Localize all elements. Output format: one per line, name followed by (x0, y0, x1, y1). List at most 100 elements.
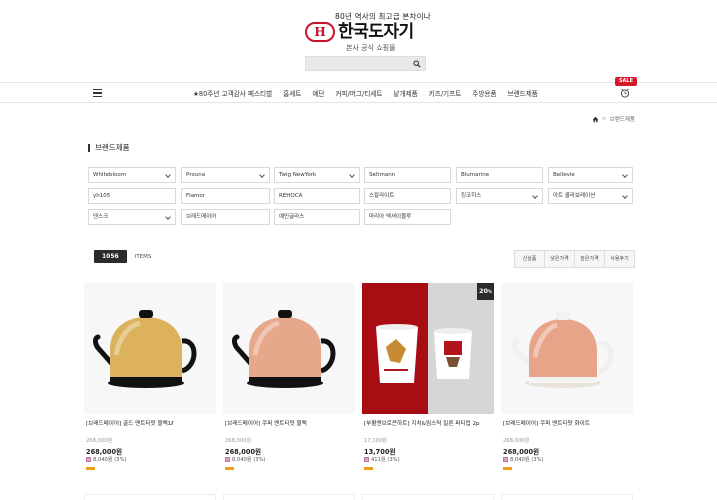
reward-points: 8,040원 (3%) (503, 456, 544, 463)
chevron-down-icon (622, 193, 628, 199)
points-icon (364, 457, 369, 462)
nav-links: ★80주년 고객감사 페스티벌 홈세트 예단 커피/머그/티세트 낱개제품 키즈/기프트 주… (193, 83, 549, 102)
brand-filter-select[interactable]: 브레드메이어 (181, 209, 270, 225)
brand-filter-label: REHOCA (279, 193, 303, 199)
search-input[interactable] (305, 56, 426, 71)
brand-filter-label: 아트 콜라보레이션 (553, 193, 596, 199)
nav-link[interactable]: 키즈/기프트 (429, 88, 462, 98)
sale-price: 268,000원 (86, 448, 123, 456)
item-count-badge: 1056 (94, 250, 127, 263)
brand-filter-select[interactable]: 킹코히스 (456, 188, 543, 204)
search-icon[interactable] (413, 60, 421, 68)
product-name[interactable]: [브레드메이어] 골드 맨트티팟 블랙1ℓ (86, 419, 174, 427)
brand-filter-select[interactable]: yh105 (88, 188, 176, 204)
new-tag-icon (364, 467, 373, 470)
product-image[interactable] (362, 283, 494, 414)
brand-filter-select[interactable]: 예민글라스 (274, 209, 360, 225)
original-price: 268,000원 (86, 438, 113, 444)
brand-filter-select[interactable]: Flamor (181, 188, 270, 204)
next-row-card[interactable] (501, 494, 633, 500)
brand-filter-label: Blumarine (461, 172, 490, 178)
next-row-card[interactable] (84, 494, 216, 500)
sale-price: 268,000원 (225, 448, 262, 456)
menu-icon[interactable] (93, 89, 102, 97)
nav-link[interactable]: 낱개제품 (393, 88, 417, 98)
brand-filter-select[interactable]: Seltmann (364, 167, 451, 183)
product-image[interactable] (84, 283, 216, 414)
original-price: 268,000원 (503, 438, 530, 444)
reward-points-text: 8,040원 (3%) (510, 457, 544, 463)
brand-filter-select[interactable]: Bellevie (548, 167, 633, 183)
breadcrumb-current[interactable]: 브랜드제품 (610, 115, 635, 123)
brand-filter-label: 마리아 엑셔이블루 (369, 214, 412, 220)
product-name[interactable]: [브레드메이어] 쿠퍼 맨트티팟 블랙 (225, 419, 307, 427)
page-title: 브랜드제품 (88, 142, 130, 153)
next-row-card[interactable] (223, 494, 355, 500)
nav-link[interactable]: 예단 (312, 88, 324, 98)
chevron-down-icon (165, 214, 171, 220)
brand-filter-select[interactable]: 덴스크 (88, 209, 176, 225)
brand-filter-label: Seltmann (369, 172, 396, 178)
reward-points: 8,040원 (3%) (86, 456, 127, 463)
home-icon[interactable] (592, 116, 599, 123)
sort-button[interactable]: 높은가격 (574, 250, 605, 268)
sale-price: 13,700원 (364, 448, 396, 456)
brand-filter-label: Prouna (186, 172, 206, 178)
sort-options: 신상품 낮은가격 높은가격 사용후기 (514, 250, 635, 268)
reward-points-text: 8,040원 (3%) (93, 457, 127, 463)
sort-button[interactable]: 신상품 (514, 250, 545, 268)
product-image[interactable] (223, 283, 355, 414)
brand-filter-select[interactable]: 스칼라이트 (364, 188, 451, 204)
brand-filter-label: 덴스크 (93, 214, 109, 220)
logo-text: 한국도자기 (338, 21, 414, 42)
title-bar (88, 143, 90, 152)
new-tag-icon (503, 467, 512, 470)
brand-subtag: 본사 공식 쇼핑몰 (346, 44, 396, 52)
discount-unit: % (488, 289, 493, 294)
site-logo[interactable]: H 한국도자기 (305, 21, 414, 43)
brand-filter-label: 브레드메이어 (186, 214, 217, 220)
nav-link[interactable]: 주방용품 (472, 88, 496, 98)
logo-mark: H (305, 22, 335, 42)
brand-filter-label: 킹코히스 (461, 193, 482, 199)
brand-filter-select[interactable]: Whitebloom (88, 167, 176, 183)
brand-filter-select[interactable]: Prouna (181, 167, 270, 183)
nav-link[interactable]: ★80주년 고객감사 페스티벌 (193, 88, 272, 98)
brand-filter-select[interactable]: REHOCA (274, 188, 360, 204)
points-icon (503, 457, 508, 462)
brand-filter-label: Flamor (186, 193, 206, 199)
reward-points: 8,040원 (3%) (225, 456, 266, 463)
alarm-clock-icon[interactable] (620, 88, 630, 98)
brand-filter-label: yh105 (93, 193, 111, 199)
brand-filter-label: Twig NewYork (279, 172, 317, 178)
brand-filter-select[interactable]: Twig NewYork (274, 167, 360, 183)
brand-filter-select[interactable]: Blumarine (456, 167, 543, 183)
original-price: 17,100원 (364, 438, 387, 444)
brand-filter-select[interactable]: 아트 콜라보레이션 (548, 188, 633, 204)
site-header: 80년 역사의 최고급 본차이나 H 한국도자기 본사 공식 쇼핑몰 (0, 0, 717, 82)
chevron-down-icon (165, 172, 171, 178)
nav-link[interactable]: 커피/머그/티세트 (336, 88, 383, 98)
discount-badge: 20% (477, 283, 494, 300)
reward-points-text: 411원 (3%) (371, 457, 400, 463)
breadcrumb-separator: > (602, 116, 607, 122)
brand-filter-label: 예민글라스 (279, 214, 305, 220)
chevron-down-icon (622, 172, 628, 178)
sort-button[interactable]: 낮은가격 (544, 250, 575, 268)
sort-button[interactable]: 사용후기 (604, 250, 635, 268)
nav-link[interactable]: 브랜드제품 (508, 88, 538, 98)
product-image[interactable] (501, 283, 633, 414)
product-name[interactable]: [부활엔브로큰하트] 지치&림스틱 킬른 퍼티컵 2p (364, 419, 480, 427)
chevron-down-icon (349, 172, 355, 178)
brand-filter-label: Whitebloom (93, 172, 127, 178)
reward-points: 411원 (3%) (364, 456, 400, 463)
next-row-card[interactable] (362, 494, 494, 500)
product-name[interactable]: [브레드메이어] 쿠퍼 맨트티팟 화이트 (503, 419, 590, 427)
new-tag-icon (86, 467, 95, 470)
nav-link[interactable]: 홈세트 (283, 88, 301, 98)
page-title-text: 브랜드제품 (95, 143, 130, 152)
sale-price: 268,000원 (503, 448, 540, 456)
original-price: 268,000원 (225, 438, 252, 444)
brand-filter-select[interactable]: 마리아 엑셔이블루 (364, 209, 451, 225)
sale-badge[interactable]: SALE (615, 77, 637, 86)
